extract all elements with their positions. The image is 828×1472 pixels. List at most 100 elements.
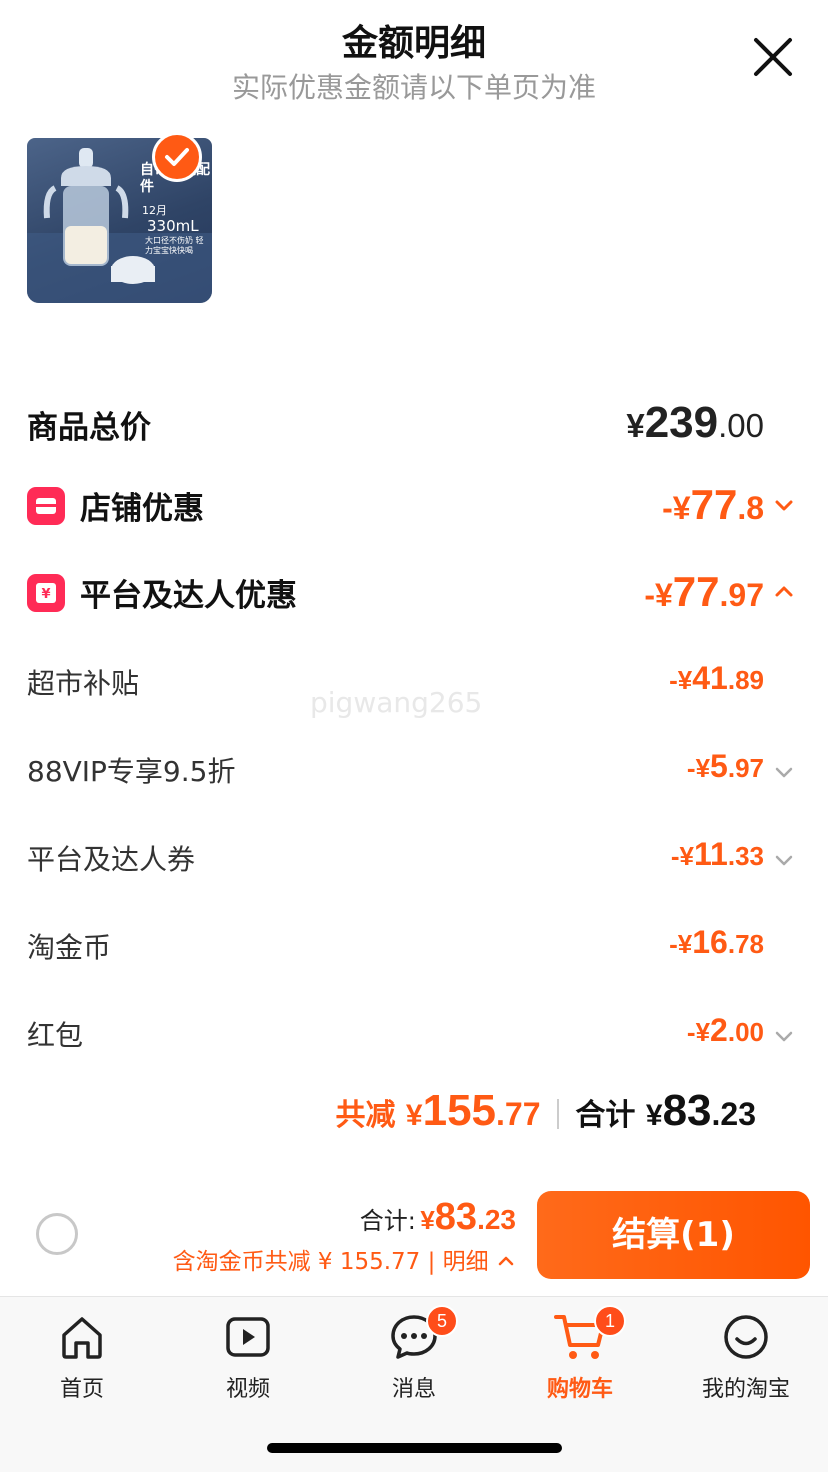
platform-discount-row[interactable]: ¥ 平台及达人优惠 -¥77.97 (0, 560, 828, 620)
checkout-button[interactable]: 结算(1) (537, 1191, 810, 1279)
goods-total-int: 239 (644, 398, 719, 447)
red-packet-int: 2 (710, 1012, 728, 1048)
platform-discount-label: 平台及达人优惠 (80, 578, 297, 614)
coupon-dec: .33 (727, 841, 764, 871)
coupon-int: 11 (694, 836, 728, 872)
chevron-up-icon (498, 1256, 514, 1266)
supermarket-subsidy-dec: .89 (727, 665, 764, 695)
coupon-row[interactable]: 平台及达人券 -¥11.33 (0, 828, 828, 888)
vip-discount-int: 5 (710, 748, 728, 784)
product-select-checkbox[interactable] (152, 132, 202, 182)
reduce-int: 155 (422, 1086, 497, 1135)
goods-total-dec: .00 (718, 407, 764, 444)
platform-discount-prefix: -¥ (644, 577, 673, 613)
tab-video-label: 视频 (225, 1377, 270, 1402)
yuan-coupon-icon: ¥ (27, 574, 65, 612)
watermark: pigwang265 (310, 686, 483, 719)
tab-cart[interactable]: 购物车 1 (510, 1305, 650, 1402)
video-icon (226, 1317, 270, 1357)
chevron-up-icon[interactable] (772, 580, 796, 604)
bottom-total-label: 合计: (359, 1207, 416, 1235)
chevron-down-icon[interactable] (772, 848, 796, 872)
taojinbi-label: 淘金币 (27, 931, 112, 964)
supermarket-subsidy-int: 41 (692, 660, 728, 696)
bottom-total-int: 83 (434, 1196, 478, 1238)
tab-video[interactable]: 视频 (178, 1311, 318, 1402)
supermarket-subsidy-amount: -¥41.89 (669, 660, 764, 697)
bottom-total: 合计: ¥83.23 (360, 1196, 516, 1239)
reduce-label: 共减 (335, 1098, 396, 1133)
reduce-dec: .77 (496, 1096, 541, 1132)
product-image-age: 12月 (142, 204, 167, 217)
profile-icon (724, 1315, 768, 1359)
supermarket-subsidy-label: 超市补贴 (27, 667, 140, 700)
svg-text:¥: ¥ (41, 587, 50, 602)
total-currency: ¥ (645, 1099, 663, 1132)
red-packet-row[interactable]: 红包 -¥2.00 (0, 1004, 828, 1064)
taojinbi-amount: -¥16.78 (669, 924, 764, 961)
coupon-label: 平台及达人券 (27, 843, 196, 876)
page-title: 金额明细 (341, 23, 486, 64)
vip-discount-amount: -¥5.97 (687, 748, 764, 785)
taojinbi-dec: .78 (727, 929, 764, 959)
coupon-amount: -¥11.33 (671, 836, 764, 873)
vip-discount-label: 88VIP专享9.5折 (27, 755, 236, 788)
chevron-down-icon[interactable] (772, 760, 796, 784)
taojinbi-prefix: -¥ (669, 929, 693, 959)
platform-discount-int: 77 (672, 568, 720, 615)
discount-detail-text: 含淘金币共减 ¥ 155.77 | 明细 (172, 1249, 489, 1275)
goods-total-currency: ¥ (626, 407, 645, 444)
tab-home[interactable]: 首页 (12, 1311, 152, 1402)
shop-discount-int: 77 (690, 481, 738, 528)
taojinbi-int: 16 (692, 924, 728, 960)
vip-discount-dec: .97 (727, 753, 764, 783)
home-icon (62, 1317, 102, 1359)
chevron-down-icon[interactable] (772, 493, 796, 517)
discount-detail-link[interactable]: 含淘金币共减 ¥ 155.77 | 明细 (173, 1242, 516, 1276)
vip-discount-prefix: -¥ (686, 753, 711, 783)
home-indicator (267, 1443, 562, 1453)
red-packet-prefix: -¥ (686, 1017, 711, 1047)
goods-total-label: 商品总价 (27, 410, 151, 446)
tab-home-label: 首页 (59, 1377, 104, 1402)
shop-discount-prefix: -¥ (662, 490, 691, 526)
message-badge: 5 (426, 1305, 458, 1337)
tab-profile[interactable]: 我的淘宝 (676, 1311, 816, 1402)
coupon-prefix: -¥ (670, 841, 695, 871)
red-packet-amount: -¥2.00 (687, 1012, 764, 1049)
tab-message-label: 消息 (391, 1377, 436, 1402)
reduce-currency: ¥ (405, 1099, 423, 1132)
bottom-total-currency: ¥ (420, 1205, 435, 1235)
shop-discount-dec: .8 (737, 490, 764, 526)
cart-badge: 1 (594, 1305, 626, 1337)
product-image-volume: 330mL (147, 217, 199, 235)
goods-total-amount: ¥239.00 (626, 398, 764, 448)
page-subtitle: 实际优惠金额请以下单页为准 (231, 71, 596, 104)
tab-cart-label: 购物车 (546, 1377, 613, 1402)
goods-total-row: 商品总价 ¥239.00 (0, 392, 828, 452)
vip-discount-row[interactable]: 88VIP专享9.5折 -¥5.97 (0, 740, 828, 800)
close-button[interactable] (752, 36, 794, 78)
select-all-radio[interactable] (36, 1213, 78, 1255)
chevron-down-icon[interactable] (772, 1024, 796, 1048)
shop-discount-row[interactable]: 店铺优惠 -¥77.8 (0, 473, 828, 533)
platform-discount-dec: .97 (719, 577, 764, 613)
taojinbi-row: 淘金币 -¥16.78 (0, 916, 828, 976)
tab-profile-label: 我的淘宝 (701, 1377, 790, 1402)
red-packet-label: 红包 (27, 1019, 84, 1052)
product-image-note: 大口径不伤奶 轻力宝宝快快喝 (145, 236, 204, 255)
check-icon (165, 148, 189, 166)
total-label: 合计 (575, 1098, 636, 1133)
discount-summary: 共减 ¥155.77 合计 ¥83.23 (335, 1086, 756, 1142)
shop-icon (27, 487, 65, 525)
close-icon (754, 38, 792, 76)
summary-divider (556, 1099, 559, 1129)
supermarket-subsidy-prefix: -¥ (669, 665, 693, 695)
tab-message[interactable]: 消息 5 (344, 1305, 484, 1402)
total-int: 83 (662, 1086, 712, 1135)
shop-discount-amount: -¥77.8 (662, 481, 764, 529)
red-packet-dec: .00 (727, 1017, 764, 1047)
platform-discount-amount: -¥77.97 (644, 568, 764, 616)
total-dec: .23 (711, 1096, 756, 1132)
bottom-total-dec: .23 (477, 1204, 516, 1235)
